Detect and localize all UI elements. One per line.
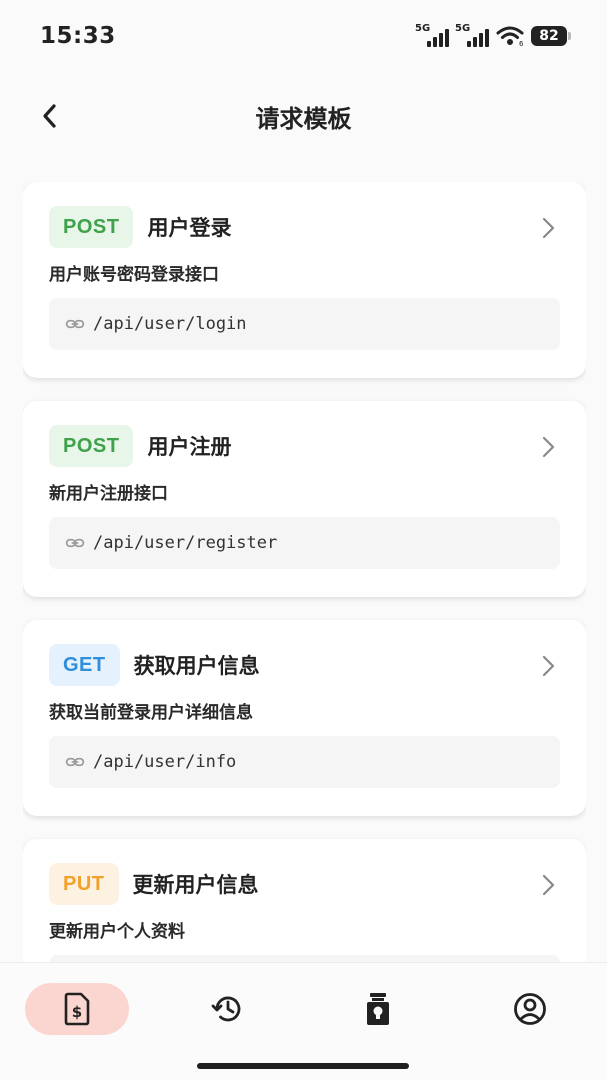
signal-icon: 5G — [455, 23, 489, 49]
link-icon — [65, 538, 85, 548]
status-icons: 5G 5G 6 82 — [415, 23, 571, 49]
link-icon — [65, 319, 85, 329]
nav-tab-templates[interactable]: $ — [25, 983, 129, 1035]
status-time: 15:33 — [40, 23, 116, 49]
template-title: 用户登录 — [147, 216, 232, 240]
chevron-right-icon — [542, 436, 555, 458]
chevron-left-icon — [43, 104, 56, 128]
method-badge: POST — [49, 206, 134, 248]
template-title: 获取用户信息 — [133, 654, 260, 678]
nav-tab-ideas[interactable] — [346, 983, 410, 1035]
nav-tab-profile[interactable] — [498, 983, 562, 1035]
method-badge: PUT — [49, 863, 119, 905]
home-indicator[interactable] — [197, 1063, 409, 1069]
template-card[interactable]: POST 用户登录 用户账号密码登录接口 /api/user/login — [23, 182, 586, 378]
lightbulb-jar-icon — [367, 993, 389, 1025]
method-badge: GET — [49, 644, 120, 686]
endpoint-path: /api/user/info — [93, 752, 237, 772]
endpoint-path: /api/user/login — [93, 314, 247, 334]
method-badge: POST — [49, 425, 134, 467]
template-description: 新用户注册接口 — [49, 484, 168, 504]
chevron-right-icon — [542, 655, 555, 677]
svg-text:6: 6 — [519, 40, 524, 47]
template-description: 获取当前登录用户详细信息 — [49, 703, 253, 723]
status-bar: 15:33 5G 5G 6 82 — [0, 0, 607, 72]
endpoint-path-box: /api/user/login — [49, 298, 560, 350]
link-icon — [65, 757, 85, 767]
template-card[interactable]: PUT 更新用户信息 更新用户个人资料 — [23, 839, 586, 962]
nav-tab-history[interactable] — [196, 983, 260, 1035]
endpoint-path: /api/user/register — [93, 533, 278, 553]
chevron-right-icon — [542, 874, 555, 896]
endpoint-path-box: /api/user/info — [49, 736, 560, 788]
battery-indicator: 82 — [531, 26, 571, 46]
svg-text:$: $ — [72, 1003, 82, 1021]
endpoint-path-box — [49, 955, 560, 962]
template-title: 更新用户信息 — [132, 873, 259, 897]
template-card[interactable]: GET 获取用户信息 获取当前登录用户详细信息 /api/user/info — [23, 620, 586, 816]
template-description: 更新用户个人资料 — [49, 922, 185, 942]
template-card[interactable]: POST 用户注册 新用户注册接口 /api/user/register — [23, 401, 586, 597]
template-list: POST 用户登录 用户账号密码登录接口 /api/user/login POS… — [23, 182, 586, 962]
template-title: 用户注册 — [147, 435, 232, 459]
chevron-right-icon — [542, 217, 555, 239]
page-title: 请求模板 — [255, 104, 352, 133]
template-description: 用户账号密码登录接口 — [49, 265, 219, 285]
signal-icon: 5G — [415, 23, 449, 49]
back-button[interactable] — [30, 96, 70, 136]
dollar-document-icon: $ — [64, 992, 90, 1026]
history-icon — [211, 996, 241, 1022]
user-circle-icon — [514, 993, 546, 1025]
app-header: 请求模板 — [0, 88, 607, 144]
endpoint-path-box: /api/user/register — [49, 517, 560, 569]
wifi-icon: 6 — [496, 26, 524, 47]
